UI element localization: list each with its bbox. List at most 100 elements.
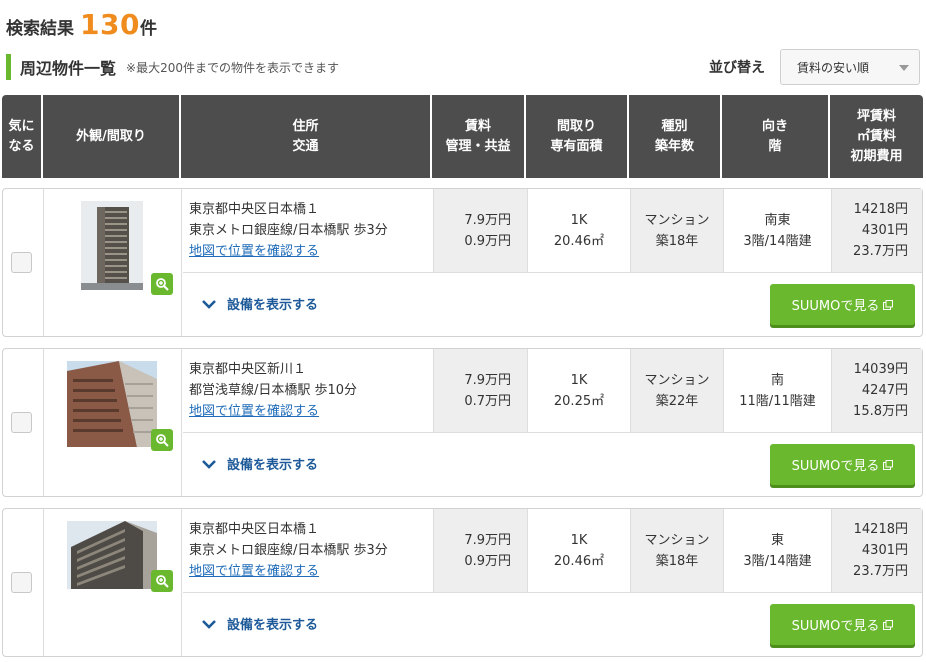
map-link[interactable]: 地図で位置を確認する	[189, 401, 319, 422]
suumo-button[interactable]: SUUMOで見る	[770, 604, 915, 645]
sort-select[interactable]: 賃料の安い順	[780, 49, 920, 85]
zoom-icon[interactable]	[151, 429, 173, 451]
access-text: 都営浅草線/日本橋駅 歩10分	[189, 383, 358, 398]
list-heading: 周辺物件一覧 ※最大200件までの物件を表示できます	[6, 54, 339, 80]
map-link[interactable]: 地図で位置を確認する	[189, 561, 319, 582]
access-text: 東京メトロ銀座線/日本橋駅 歩3分	[189, 543, 388, 558]
rent-value: 7.9万円	[464, 372, 511, 388]
chevron-down-icon	[202, 299, 216, 309]
direction-value: 南	[770, 372, 784, 388]
rent-cell: 7.9万円 0.9万円	[434, 509, 528, 592]
sqm-value: 4301円	[861, 223, 908, 238]
col-header-photo: 外観/間取り	[43, 95, 181, 178]
show-facility-toggle[interactable]: 設備を表示する	[201, 294, 318, 313]
address-text: 東京都中央区日本橋１	[189, 202, 320, 217]
external-link-icon	[883, 459, 894, 470]
building-photo[interactable]	[67, 521, 157, 589]
initial-cost-value: 23.7万円	[853, 564, 908, 579]
external-link-icon	[883, 299, 894, 310]
type-cell: マンション 築18年	[631, 189, 724, 272]
building-photo[interactable]	[67, 361, 157, 447]
col-header-type: 種別 築年数	[629, 95, 722, 178]
layout-value: 1K	[570, 212, 588, 228]
chevron-down-icon	[202, 619, 216, 629]
direction-cell: 南 11階/11階建	[724, 349, 832, 432]
external-link-icon	[883, 619, 894, 630]
result-count: 130	[80, 8, 140, 41]
type-cell: マンション 築22年	[631, 349, 724, 432]
favorite-cell	[3, 349, 44, 496]
col-header-address: 住所 交通	[181, 95, 432, 178]
suumo-button-label: SUUMOで見る	[791, 459, 880, 474]
tsubo-cell: 14218円 4301円 23.7万円	[832, 189, 922, 272]
zoom-icon[interactable]	[151, 570, 173, 592]
type-cell: マンション 築18年	[631, 509, 724, 592]
layout-cell: 1K 20.46㎡	[528, 509, 631, 592]
listing-actions: 設備を表示する SUUMOで見る	[183, 434, 922, 496]
map-link[interactable]: 地図で位置を確認する	[189, 241, 319, 262]
listing-info-row: 東京都中央区日本橋１ 東京メトロ銀座線/日本橋駅 歩3分 地図で位置を確認する …	[183, 189, 922, 273]
address-cell: 東京都中央区日本橋１ 東京メトロ銀座線/日本橋駅 歩3分 地図で位置を確認する	[183, 189, 434, 272]
layout-cell: 1K 20.46㎡	[528, 189, 631, 272]
tsubo-value: 14218円	[853, 202, 908, 217]
favorite-cell	[3, 189, 44, 336]
col-header-direction: 向き階	[722, 95, 830, 178]
list-note: ※最大200件までの物件を表示できます	[126, 60, 339, 75]
direction-value: 東	[770, 532, 784, 548]
col-header-layout: 間取り 専有面積	[526, 95, 629, 178]
access-text: 東京メトロ銀座線/日本橋駅 歩3分	[189, 223, 388, 238]
age-value: 築18年	[655, 233, 699, 249]
direction-cell: 南東 3階/14階建	[724, 189, 832, 272]
col-header-rent: 賃料 管理・共益	[432, 95, 526, 178]
floor-value: 3階/14階建	[743, 553, 812, 569]
initial-cost-value: 23.7万円	[853, 244, 908, 259]
favorite-checkbox[interactable]	[11, 252, 32, 273]
rent-value: 7.9万円	[464, 532, 511, 548]
listing-actions: 設備を表示する SUUMOで見る	[183, 594, 922, 656]
area-value: 20.25㎡	[553, 393, 605, 409]
photo-cell	[44, 349, 182, 496]
rent-cell: 7.9万円 0.9万円	[434, 189, 528, 272]
show-facility-label: 設備を表示する	[227, 458, 319, 473]
show-facility-toggle[interactable]: 設備を表示する	[201, 614, 318, 633]
tsubo-value: 14039円	[853, 362, 908, 377]
suumo-button[interactable]: SUUMOで見る	[770, 284, 915, 325]
layout-value: 1K	[570, 372, 588, 388]
listing-actions: 設備を表示する SUUMOで見る	[183, 274, 922, 336]
dropdown-arrow-icon	[899, 65, 909, 71]
address-text: 東京都中央区日本橋１	[189, 522, 320, 537]
age-value: 築18年	[655, 553, 699, 569]
result-unit: 件	[139, 19, 157, 39]
result-label: 検索結果	[6, 19, 74, 39]
photo-cell	[44, 189, 182, 336]
age-value: 築22年	[655, 393, 699, 409]
direction-value: 南東	[764, 212, 791, 228]
result-summary: 検索結果 130 件	[6, 8, 157, 42]
rent-cell: 7.9万円 0.7万円	[434, 349, 528, 432]
address-cell: 東京都中央区新川１ 都営浅草線/日本橋駅 歩10分 地図で位置を確認する	[183, 349, 434, 432]
show-facility-toggle[interactable]: 設備を表示する	[201, 454, 318, 473]
layout-value: 1K	[570, 532, 588, 548]
building-photo[interactable]	[81, 201, 143, 290]
zoom-icon[interactable]	[151, 273, 173, 295]
layout-cell: 1K 20.25㎡	[528, 349, 631, 432]
col-header-favorite: 気に なる	[2, 95, 43, 178]
suumo-button-label: SUUMOで見る	[791, 299, 880, 314]
favorite-checkbox[interactable]	[11, 412, 32, 433]
heading-accent-bar	[6, 54, 11, 80]
suumo-button[interactable]: SUUMOで見る	[770, 444, 915, 485]
fee-value: 0.7万円	[464, 393, 511, 409]
list-title: 周辺物件一覧	[20, 59, 117, 78]
fee-value: 0.9万円	[464, 233, 511, 249]
chevron-down-icon	[202, 459, 216, 469]
type-value: マンション	[644, 212, 710, 228]
favorite-checkbox[interactable]	[11, 572, 32, 593]
tsubo-cell: 14039円 4247円 15.8万円	[832, 349, 922, 432]
rent-value: 7.9万円	[464, 212, 511, 228]
listing-info-row: 東京都中央区日本橋１ 東京メトロ銀座線/日本橋駅 歩3分 地図で位置を確認する …	[183, 509, 922, 593]
show-facility-label: 設備を表示する	[227, 298, 319, 313]
listing-card: 東京都中央区新川１ 都営浅草線/日本橋駅 歩10分 地図で位置を確認する 7.9…	[2, 348, 923, 497]
floor-value: 11階/11階建	[739, 393, 816, 409]
listing-card: 東京都中央区日本橋１ 東京メトロ銀座線/日本橋駅 歩3分 地図で位置を確認する …	[2, 508, 923, 657]
listing-info-row: 東京都中央区新川１ 都営浅草線/日本橋駅 歩10分 地図で位置を確認する 7.9…	[183, 349, 922, 433]
